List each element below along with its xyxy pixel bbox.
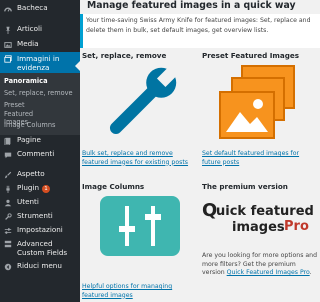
media-icon [4, 41, 12, 49]
sidebar-item-strumenti[interactable]: Strumenti [0, 210, 80, 223]
images-icon [4, 55, 12, 63]
plugin-update-badge: 1 [42, 184, 51, 193]
link-set-default-featured-images[interactable]: Set default featured images for future p… [202, 150, 318, 167]
sliders-icon [100, 196, 180, 256]
sidebar-item-pagine[interactable]: Pagine [0, 134, 80, 147]
plug-icon [4, 185, 12, 193]
wrench-icon [90, 62, 190, 146]
page-title: Manage featured images in a quick way [87, 0, 296, 11]
brush-icon [4, 171, 12, 179]
users-icon [4, 199, 12, 207]
link-image-columns-options[interactable]: Helpful options for managing featured im… [82, 283, 198, 300]
premium-version-text: Are you looking for more options and mor… [202, 252, 318, 276]
logo-pro: Pro [284, 219, 309, 234]
sidebar-item-plugin[interactable]: Plugin 1 [0, 182, 80, 195]
sidebar-item-articoli[interactable]: Articoli [0, 23, 80, 36]
box-title-image-columns: Image Columns [82, 182, 145, 191]
box-title-premium-version: The premium version [202, 182, 288, 191]
box-title-set-replace-remove: Set, replace, remove [82, 51, 167, 60]
sidebar-item-aspetto[interactable]: Aspetto [0, 168, 80, 181]
acf-icon [4, 240, 12, 248]
link-quick-featured-images-pro[interactable]: Quick Featured Images Pro [227, 269, 310, 276]
link-bulk-set-replace-remove[interactable]: Bulk set, replace and remove featured im… [82, 150, 198, 167]
pages-icon [4, 137, 12, 145]
sidebar-item-riduci-menu[interactable]: Riduci menu [0, 260, 80, 273]
sidebar-item-impostazioni[interactable]: Impostazioni [0, 224, 80, 237]
intro-notice: Your time-saving Swiss Army Knife for fe… [80, 14, 320, 48]
submenu-item-image-columns[interactable]: Image Columns [4, 121, 55, 130]
sidebar-item-media[interactable]: Media [0, 38, 80, 51]
comments-icon [4, 151, 12, 159]
logo-images: images [232, 220, 285, 235]
sidebar-item-bacheca[interactable]: Bacheca [0, 2, 80, 15]
settings-icon [4, 227, 12, 235]
sidebar-item-commenti[interactable]: Commenti [0, 148, 80, 161]
main-content: Manage featured images in a quick way Yo… [80, 0, 320, 302]
sidebar-submenu: Panoramica Set, replace, remove Preset F… [0, 73, 80, 135]
logo-quick-featured: uick featured [216, 204, 314, 219]
submenu-item-panoramica[interactable]: Panoramica [4, 77, 48, 86]
images-stack-icon [212, 62, 312, 146]
dashboard-icon [4, 5, 12, 13]
submenu-item-set-replace-remove[interactable]: Set, replace, remove [4, 89, 73, 98]
sidebar-item-immagini-in-evidenza[interactable]: Immagini in evidenza [0, 52, 80, 73]
tools-icon [4, 212, 12, 221]
admin-sidebar: Bacheca Articoli Media Immagini in evide… [0, 0, 80, 302]
box-title-preset-featured-images: Preset Featured Images [202, 51, 300, 60]
sidebar-item-advanced-custom-fields[interactable]: Advanced Custom Fields [0, 238, 80, 258]
sidebar-item-utenti[interactable]: Utenti [0, 196, 80, 209]
quick-featured-images-pro-logo: Q uick featured images Pro [202, 200, 320, 240]
pin-icon [4, 26, 12, 34]
collapse-icon [4, 263, 12, 271]
